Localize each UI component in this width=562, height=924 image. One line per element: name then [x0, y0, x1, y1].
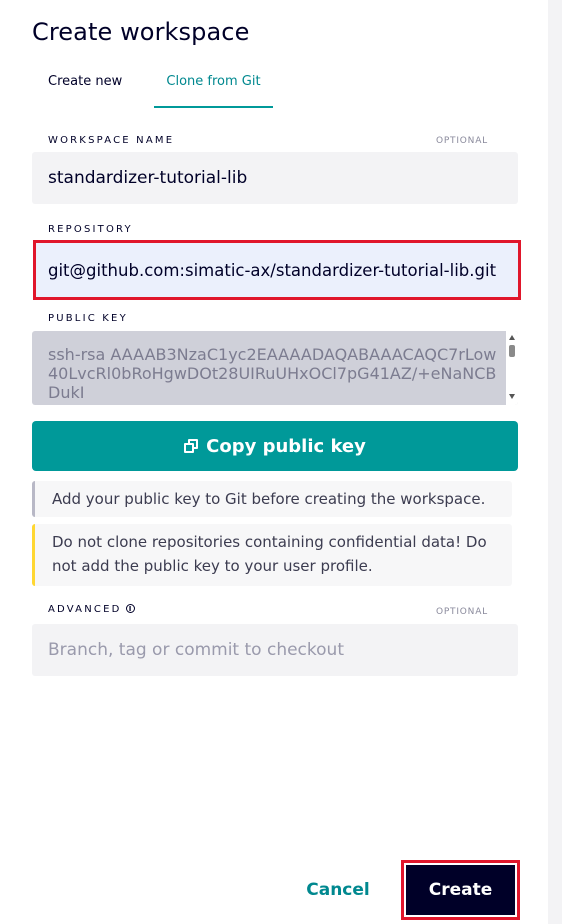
cancel-button[interactable]: Cancel	[300, 868, 376, 912]
workspace-name-optional: OPTIONAL	[435, 136, 488, 146]
info-icon[interactable]: i	[125, 604, 135, 613]
scroll-thumb[interactable]	[509, 345, 515, 357]
advanced-label-text: ADVANCED	[48, 604, 122, 615]
dialog-title: Create workspace	[32, 18, 250, 46]
copy-icon	[184, 439, 199, 453]
background-strip	[548, 0, 562, 924]
public-key-text: ssh-rsa AAAAB3NzaC1yc2EAAAADAQABAAACAQC7…	[48, 345, 497, 402]
repository-input[interactable]	[36, 243, 518, 297]
tab-bar: Create new Clone from Git	[32, 62, 518, 108]
active-tab-indicator	[154, 106, 273, 108]
create-button-highlight: Create	[401, 860, 520, 920]
scroll-down-arrow-icon[interactable]	[509, 394, 515, 399]
scroll-up-arrow-icon[interactable]	[509, 335, 515, 340]
create-button[interactable]: Create	[406, 865, 515, 915]
workspace-name-input[interactable]	[32, 152, 518, 204]
public-key-field: ssh-rsa AAAAB3NzaC1yc2EAAAADAQABAAACAQC7…	[32, 331, 518, 405]
tab-clone-from-git[interactable]: Clone from Git	[154, 62, 273, 108]
workspace-name-label: WORKSPACE NAME	[48, 135, 175, 146]
info-note: Add your public key to Git before creati…	[32, 481, 512, 517]
advanced-label: ADVANCED i	[48, 604, 135, 615]
copy-public-key-button[interactable]: Copy public key	[32, 421, 518, 471]
public-key-scrollbar[interactable]	[506, 331, 518, 405]
tab-create-new[interactable]: Create new	[32, 62, 152, 108]
copy-public-key-label: Copy public key	[206, 435, 366, 457]
repository-label: REPOSITORY	[48, 224, 133, 235]
create-workspace-dialog: Create workspace Create new Clone from G…	[0, 0, 548, 924]
repository-highlight	[33, 240, 521, 300]
public-key-label: PUBLIC KEY	[48, 313, 128, 324]
advanced-optional: OPTIONAL	[435, 607, 488, 617]
advanced-checkout-input[interactable]	[32, 624, 518, 676]
warning-note: Do not clone repositories containing con…	[32, 524, 512, 586]
